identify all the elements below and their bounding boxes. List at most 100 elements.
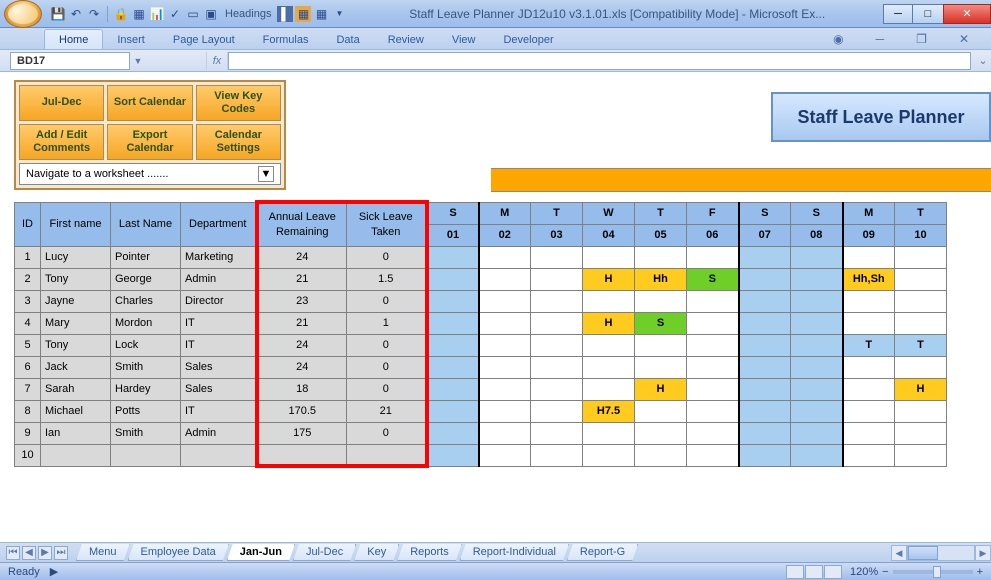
cell-first[interactable]: Jayne (41, 290, 111, 312)
cell-sick[interactable]: 0 (347, 378, 427, 400)
calendar-cell[interactable] (687, 400, 739, 422)
cell-last[interactable]: Potts (111, 400, 181, 422)
cell-annual[interactable] (257, 444, 347, 466)
cell-id[interactable]: 4 (15, 312, 41, 334)
calendar-cell[interactable] (895, 444, 947, 466)
calendar-cell[interactable] (427, 246, 479, 268)
sheet-tab[interactable]: Jan-Jun (227, 544, 295, 561)
calendar-cell[interactable] (427, 400, 479, 422)
cell-id[interactable]: 5 (15, 334, 41, 356)
calendar-cell[interactable] (479, 290, 531, 312)
calendar-cell[interactable]: H (635, 378, 687, 400)
cell-dept[interactable]: Admin (181, 422, 257, 444)
calendar-cell[interactable] (531, 378, 583, 400)
cell-first[interactable]: Michael (41, 400, 111, 422)
calendar-cell[interactable] (635, 290, 687, 312)
sheet-tab[interactable]: Report-G (567, 544, 638, 561)
worksheet-area[interactable]: Jul-Dec Sort Calendar View Key Codes Add… (0, 72, 991, 542)
cell-dept[interactable]: Admin (181, 268, 257, 290)
cell-last[interactable]: Hardey (111, 378, 181, 400)
calendar-cell[interactable] (479, 312, 531, 334)
sheet-tab[interactable]: Reports (397, 544, 462, 561)
calendar-cell[interactable] (427, 334, 479, 356)
calendar-cell[interactable] (895, 290, 947, 312)
view3-icon[interactable]: ▦ (313, 6, 329, 22)
calendar-cell[interactable] (479, 444, 531, 466)
calendar-cell[interactable] (739, 246, 791, 268)
undo-icon[interactable]: ↶ (68, 6, 84, 22)
calendar-cell[interactable] (583, 444, 635, 466)
calendar-cell[interactable] (479, 268, 531, 290)
calendar-cell[interactable] (531, 422, 583, 444)
calendar-cell[interactable] (739, 378, 791, 400)
inner-minimize-icon[interactable]: ─ (862, 28, 899, 49)
sheet-icon[interactable]: ▦ (131, 6, 147, 22)
zoom-out-icon[interactable]: − (882, 566, 888, 578)
calendar-cell[interactable] (739, 356, 791, 378)
calendar-cell[interactable] (791, 312, 843, 334)
cell-last[interactable]: Mordon (111, 312, 181, 334)
sort-calendar-button[interactable]: Sort Calendar (107, 85, 192, 121)
cell-sick[interactable]: 0 (347, 290, 427, 312)
check-icon[interactable]: ✓ (167, 6, 183, 22)
chart-icon[interactable]: 📊 (149, 6, 165, 22)
calendar-cell[interactable]: S (635, 312, 687, 334)
calendar-cell[interactable] (427, 356, 479, 378)
sheet-next-icon[interactable]: ▶ (38, 546, 52, 560)
cell-annual[interactable]: 21 (257, 268, 347, 290)
cell-sick[interactable]: 21 (347, 400, 427, 422)
calendar-cell[interactable] (895, 246, 947, 268)
cell-last[interactable] (111, 444, 181, 466)
horizontal-scrollbar[interactable]: ◀ ▶ (891, 545, 991, 561)
tab-review[interactable]: Review (374, 30, 438, 49)
calendar-cell[interactable] (843, 400, 895, 422)
calendar-cell[interactable] (739, 312, 791, 334)
normal-view-icon[interactable] (786, 565, 804, 579)
cell-id[interactable]: 1 (15, 246, 41, 268)
qat-dropdown-icon[interactable]: ▼ (331, 6, 347, 22)
sheet-last-icon[interactable]: ⏭ (54, 546, 68, 560)
cell-id[interactable]: 3 (15, 290, 41, 312)
calendar-cell[interactable] (427, 268, 479, 290)
cell-annual[interactable]: 175 (257, 422, 347, 444)
cell-dept[interactable]: IT (181, 334, 257, 356)
tab-developer[interactable]: Developer (489, 30, 567, 49)
redo-icon[interactable]: ↷ (86, 6, 102, 22)
calendar-cell[interactable] (687, 356, 739, 378)
cell-dept[interactable]: IT (181, 312, 257, 334)
cell-sick[interactable]: 0 (347, 334, 427, 356)
calendar-cell[interactable] (687, 444, 739, 466)
cell-first[interactable]: Jack (41, 356, 111, 378)
cell-id[interactable]: 7 (15, 378, 41, 400)
calendar-cell[interactable] (895, 422, 947, 444)
sheet-tab[interactable]: Jul-Dec (293, 544, 356, 561)
name-box-dropdown-icon[interactable]: ▼ (130, 56, 146, 66)
tab-view[interactable]: View (438, 30, 490, 49)
calendar-cell[interactable]: H (895, 378, 947, 400)
calendar-cell[interactable] (843, 246, 895, 268)
calendar-cell[interactable] (895, 356, 947, 378)
fx-icon[interactable]: fx (206, 52, 228, 70)
cell-first[interactable]: Ian (41, 422, 111, 444)
calendar-cell[interactable]: S (687, 268, 739, 290)
calendar-cell[interactable] (427, 290, 479, 312)
name-box[interactable]: BD17 (10, 52, 130, 70)
cell-dept[interactable]: IT (181, 400, 257, 422)
calendar-cell[interactable] (687, 334, 739, 356)
export-calendar-button[interactable]: Export Calendar (107, 124, 192, 160)
sheet-tab[interactable]: Employee Data (128, 544, 229, 561)
cell-annual[interactable]: 21 (257, 312, 347, 334)
calendar-cell[interactable]: H (583, 312, 635, 334)
cell-id[interactable]: 9 (15, 422, 41, 444)
cell-last[interactable]: Charles (111, 290, 181, 312)
calendar-cell[interactable] (583, 378, 635, 400)
calendar-cell[interactable] (843, 290, 895, 312)
cell-id[interactable]: 2 (15, 268, 41, 290)
navigate-dropdown[interactable]: Navigate to a worksheet ....... ▼ (19, 163, 281, 185)
calendar-cell[interactable] (479, 400, 531, 422)
calendar-cell[interactable] (843, 312, 895, 334)
page-break-view-icon[interactable] (824, 565, 842, 579)
cell-last[interactable]: Pointer (111, 246, 181, 268)
calendar-cell[interactable] (635, 334, 687, 356)
calendar-settings-button[interactable]: Calendar Settings (196, 124, 281, 160)
